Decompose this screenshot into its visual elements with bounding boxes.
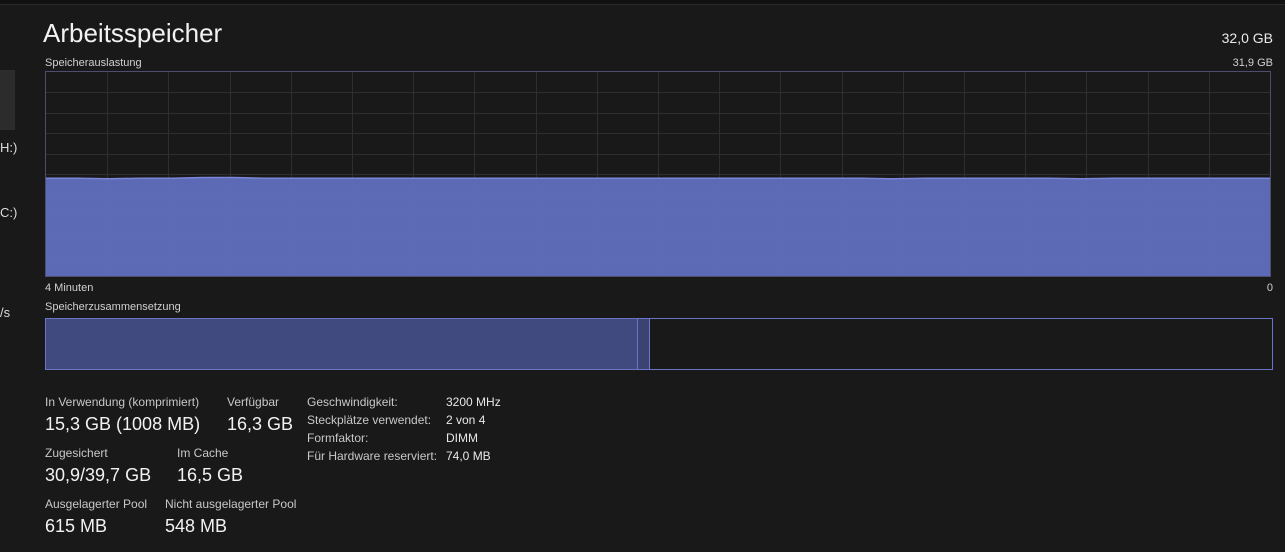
- composition-in-use: [46, 319, 637, 369]
- sidebar-fragment-disk-c[interactable]: C:): [0, 205, 17, 220]
- sidebar-selected-item[interactable]: [0, 70, 15, 130]
- speed-value: 3200 MHz: [446, 395, 501, 409]
- sidebar-fragment-disk-h[interactable]: H:): [0, 140, 17, 155]
- nonpaged-pool-label: Nicht ausgelagerter Pool: [165, 497, 297, 511]
- in-use-value: 15,3 GB (1008 MB): [45, 414, 201, 434]
- total-memory: 32,0 GB: [1221, 30, 1273, 46]
- cached-label: Im Cache: [177, 446, 229, 460]
- committed-value: 30,9/39,7 GB: [45, 465, 152, 485]
- usage-chart: [45, 71, 1271, 277]
- page-title: Arbeitsspeicher: [43, 18, 223, 48]
- slots-value: 2 von 4: [446, 413, 486, 427]
- nonpaged-pool-value: 548 MB: [165, 516, 228, 536]
- slots-label: Steckplätze verwendet:: [307, 413, 432, 427]
- usage-chart-label: Speicherauslastung: [45, 57, 142, 69]
- available-label: Verfügbar: [227, 395, 280, 409]
- available-value: 16,3 GB: [227, 414, 294, 434]
- committed-label: Zugesichert: [45, 446, 108, 460]
- hardware-reserved-value: 74,0 MB: [446, 449, 491, 463]
- usage-chart-time-left: 4 Minuten: [45, 282, 94, 294]
- memory-composition-bar: [45, 318, 1273, 370]
- in-use-label: In Verwendung (komprimiert): [45, 395, 200, 409]
- speed-label: Geschwindigkeit:: [307, 395, 398, 409]
- usage-chart-svg: [46, 72, 1270, 276]
- composition-modified: [637, 319, 650, 369]
- usage-chart-time-right: 0: [1266, 282, 1273, 294]
- composition-label: Speicherzusammensetzung: [45, 301, 181, 313]
- cached-value: 16,5 GB: [177, 465, 244, 485]
- form-factor-label: Formfaktor:: [307, 431, 369, 445]
- paged-pool-value: 615 MB: [45, 516, 108, 536]
- form-factor-value: DIMM: [446, 431, 478, 445]
- paged-pool-label: Ausgelagerter Pool: [45, 497, 148, 511]
- usage-area: [46, 177, 1270, 276]
- sidebar-fragment-network[interactable]: /s: [0, 305, 10, 320]
- sidebar: H:) C:) /s: [0, 0, 18, 552]
- hardware-reserved-label: Für Hardware reserviert:: [307, 449, 438, 463]
- usage-chart-max: 31,9 GB: [1232, 57, 1273, 69]
- top-divider: [0, 0, 1285, 5]
